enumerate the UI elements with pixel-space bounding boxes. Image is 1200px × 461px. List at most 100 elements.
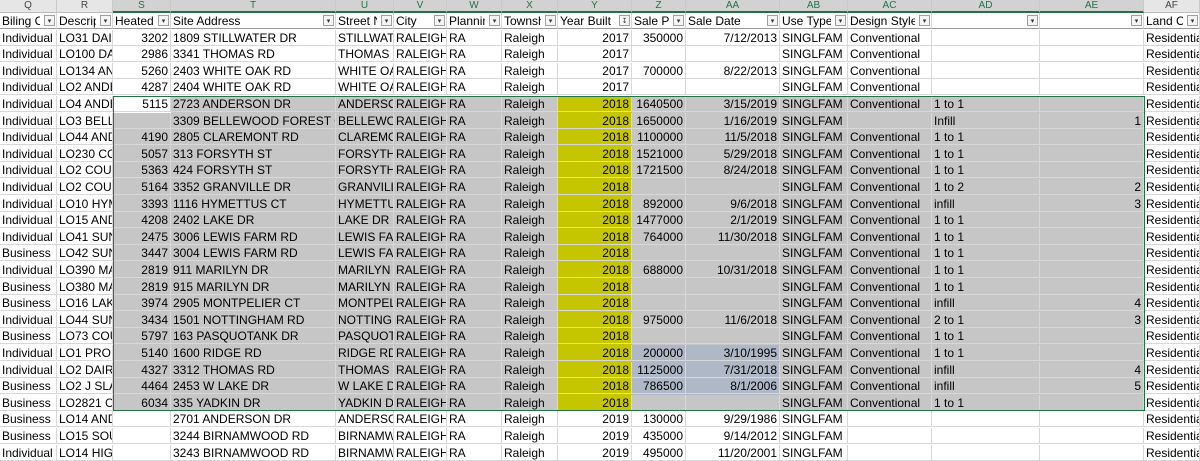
table-cell[interactable]: Residentia: [1144, 295, 1200, 312]
table-cell[interactable]: [932, 428, 1040, 444]
table-cell[interactable]: [848, 411, 932, 428]
table-cell[interactable]: Individual: [0, 46, 57, 63]
table-cell[interactable]: LO100 DAI: [57, 46, 113, 63]
table-cell[interactable]: ANDERSOI: [336, 411, 394, 428]
table-cell[interactable]: LO2 ANDE: [57, 79, 113, 96]
table-cell[interactable]: SINGLFAM: [780, 444, 848, 461]
table-cell[interactable]: Residentia: [1144, 411, 1200, 428]
table-cell[interactable]: RALEIGH: [394, 46, 447, 63]
table-cell[interactable]: [1040, 444, 1144, 461]
table-cell[interactable]: Residentia: [1144, 46, 1200, 63]
filter-dropdown-icon[interactable]: ▾: [1187, 15, 1198, 26]
table-cell[interactable]: Residentia: [1144, 278, 1200, 295]
table-cell[interactable]: Residentia: [1144, 29, 1200, 46]
table-cell[interactable]: LO3 BELLEWOOD FOI: [57, 112, 113, 129]
table-cell[interactable]: Individual: [0, 62, 57, 79]
table-cell[interactable]: [932, 46, 1040, 63]
table-cell[interactable]: [632, 46, 686, 63]
table-cell[interactable]: [1040, 46, 1144, 63]
table-cell[interactable]: Conventional: [848, 79, 932, 96]
filter-dropdown-icon[interactable]: ▾: [767, 15, 778, 26]
column-letter-header[interactable]: S: [113, 0, 171, 13]
table-cell[interactable]: 11/20/2001: [686, 444, 780, 461]
table-cell[interactable]: 2019: [558, 444, 632, 461]
table-cell[interactable]: LO390 MA: [57, 262, 113, 278]
column-letter-header[interactable]: V: [394, 0, 447, 13]
table-cell[interactable]: RALEIGH: [394, 62, 447, 79]
table-cell[interactable]: Individual: [0, 129, 57, 146]
filter-dropdown-icon[interactable]: ▾: [158, 15, 169, 26]
table-cell[interactable]: LO10 HYM: [57, 195, 113, 212]
table-cell[interactable]: 130000: [632, 411, 686, 428]
table-cell[interactable]: Conventional: [848, 29, 932, 46]
column-letter-header[interactable]: Q: [0, 0, 57, 13]
column-letter-header[interactable]: Z: [632, 0, 686, 13]
column-header-cell[interactable]: Street N ▾: [336, 13, 394, 29]
table-cell[interactable]: SINGLFAM: [780, 46, 848, 63]
table-cell[interactable]: Residentia: [1144, 394, 1200, 411]
table-cell[interactable]: 9/14/2012: [686, 428, 780, 444]
column-header-cell[interactable]: City ▾: [394, 13, 447, 29]
table-cell[interactable]: RALEIGH: [394, 411, 447, 428]
table-cell[interactable]: [932, 62, 1040, 79]
table-cell[interactable]: 435000: [632, 428, 686, 444]
table-cell[interactable]: Business: [0, 394, 57, 411]
table-cell[interactable]: Residentia: [1144, 262, 1200, 278]
table-cell[interactable]: Residentia: [1144, 345, 1200, 361]
table-cell[interactable]: 3243 BIRNAMWOOD RD: [171, 444, 336, 461]
table-cell[interactable]: Residentia: [1144, 162, 1200, 179]
table-cell[interactable]: Residentia: [1144, 179, 1200, 195]
table-cell[interactable]: Business: [0, 245, 57, 262]
column-header-cell[interactable]: ▾: [1040, 13, 1144, 29]
table-cell[interactable]: Raleigh: [502, 444, 558, 461]
table-cell[interactable]: WHITE OA: [336, 79, 394, 96]
filter-dropdown-icon[interactable]: ▾: [1131, 15, 1142, 26]
table-cell[interactable]: Business: [0, 411, 57, 428]
table-cell[interactable]: Residentia: [1144, 378, 1200, 395]
table-cell[interactable]: LO134 ANI: [57, 62, 113, 79]
table-cell[interactable]: RA: [447, 62, 502, 79]
table-cell[interactable]: RA: [447, 428, 502, 444]
table-cell[interactable]: [686, 79, 780, 96]
table-cell[interactable]: Individual: [0, 345, 57, 361]
filter-dropdown-icon[interactable]: ▾: [434, 15, 445, 26]
table-cell[interactable]: Individual: [0, 444, 57, 461]
filter-dropdown-icon[interactable]: ▾: [919, 15, 930, 26]
table-cell[interactable]: LO73 COU: [57, 328, 113, 345]
table-cell[interactable]: Business: [0, 328, 57, 345]
table-cell[interactable]: LO4 ANDE: [57, 96, 113, 112]
table-cell[interactable]: 7/12/2013: [686, 29, 780, 46]
table-cell[interactable]: Raleigh: [502, 46, 558, 63]
table-cell[interactable]: STILLWATI: [336, 29, 394, 46]
table-cell[interactable]: 1809 STILLWATER DR: [171, 29, 336, 46]
table-cell[interactable]: Residentia: [1144, 212, 1200, 229]
column-header-cell[interactable]: Heated ▾: [113, 13, 171, 29]
table-cell[interactable]: Raleigh: [502, 62, 558, 79]
table-cell[interactable]: 2701 ANDERSON DR: [171, 411, 336, 428]
table-cell[interactable]: [848, 444, 932, 461]
table-cell[interactable]: Individual: [0, 311, 57, 328]
column-letter-header[interactable]: T: [171, 0, 336, 13]
filter-dropdown-icon[interactable]: ▾: [100, 15, 111, 26]
table-cell[interactable]: RA: [447, 411, 502, 428]
table-cell[interactable]: [932, 411, 1040, 428]
table-cell[interactable]: Individual: [0, 29, 57, 46]
table-cell[interactable]: Individual: [0, 228, 57, 245]
table-cell[interactable]: RA: [447, 29, 502, 46]
table-cell[interactable]: LO380 MA: [57, 278, 113, 295]
table-cell[interactable]: Business: [0, 428, 57, 444]
column-header-cell[interactable]: Biling C ▾: [0, 13, 57, 29]
table-cell[interactable]: Residentia: [1144, 311, 1200, 328]
column-header-cell[interactable]: Year Built ↧: [558, 13, 632, 29]
column-header-cell[interactable]: Sale Date ▾: [686, 13, 780, 29]
column-letter-header[interactable]: AC: [848, 0, 932, 13]
table-cell[interactable]: [1040, 79, 1144, 96]
table-cell[interactable]: Business: [0, 278, 57, 295]
table-cell[interactable]: Conventional: [848, 62, 932, 79]
table-cell[interactable]: [1040, 62, 1144, 79]
table-cell[interactable]: LO2 J SLAD: [57, 378, 113, 395]
table-cell[interactable]: RALEIGH: [394, 444, 447, 461]
filter-dropdown-icon[interactable]: ▾: [545, 15, 556, 26]
table-cell[interactable]: Individual: [0, 162, 57, 179]
table-cell[interactable]: LO15 AND: [57, 212, 113, 229]
